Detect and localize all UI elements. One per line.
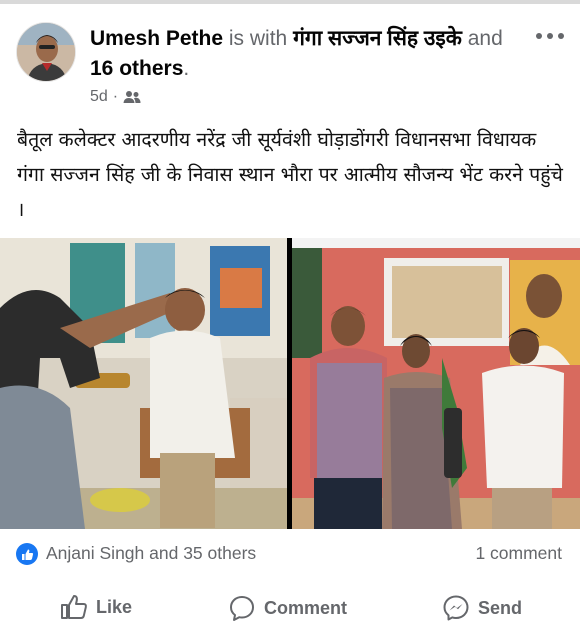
others-link[interactable]: 16 others <box>90 57 183 80</box>
reactors-text[interactable]: Anjani Singh and 35 others <box>46 543 256 564</box>
action-bar: Like Comment Send <box>0 586 580 634</box>
post-time[interactable]: 5d <box>90 88 108 106</box>
messenger-icon <box>443 595 469 621</box>
friends-icon <box>123 91 141 103</box>
author-line: Umesh Pethe is with गंगा सज्जन सिंह उइके… <box>90 24 530 84</box>
send-label: Send <box>478 597 523 618</box>
avatar[interactable] <box>16 22 76 82</box>
comment-icon <box>230 596 254 621</box>
thumbs-up-icon <box>61 595 87 619</box>
post-meta: 5d · <box>90 88 141 106</box>
post-header: Umesh Pethe is with गंगा सज्जन सिंह उइके… <box>16 22 564 114</box>
reactions-bar: Anjani Singh and 35 others 1 comment <box>16 540 564 570</box>
more-options-icon[interactable] <box>536 26 564 46</box>
comment-button[interactable]: Comment <box>228 594 347 622</box>
top-divider <box>0 0 580 4</box>
with-text: is with <box>228 27 288 50</box>
send-button[interactable]: Send <box>442 594 522 622</box>
period-text: . <box>183 57 190 80</box>
comment-label: Comment <box>264 597 348 618</box>
tagged-person[interactable]: गंगा सज्जन सिंह उइके <box>293 27 462 50</box>
photo-grid <box>0 238 580 529</box>
photo-right[interactable] <box>292 238 580 529</box>
post-text: बैतूल कलेक्टर आदरणीय नरेंद्र जी सूर्यवंश… <box>17 128 563 221</box>
like-label: Like <box>96 596 133 617</box>
meta-separator: · <box>112 88 119 105</box>
like-reaction-icon[interactable] <box>16 543 38 565</box>
like-button[interactable]: Like <box>60 594 132 620</box>
comment-count[interactable]: 1 comment <box>475 543 562 564</box>
photo-left[interactable] <box>0 238 287 529</box>
and-text: and <box>467 27 503 50</box>
author-name[interactable]: Umesh Pethe <box>90 27 223 50</box>
